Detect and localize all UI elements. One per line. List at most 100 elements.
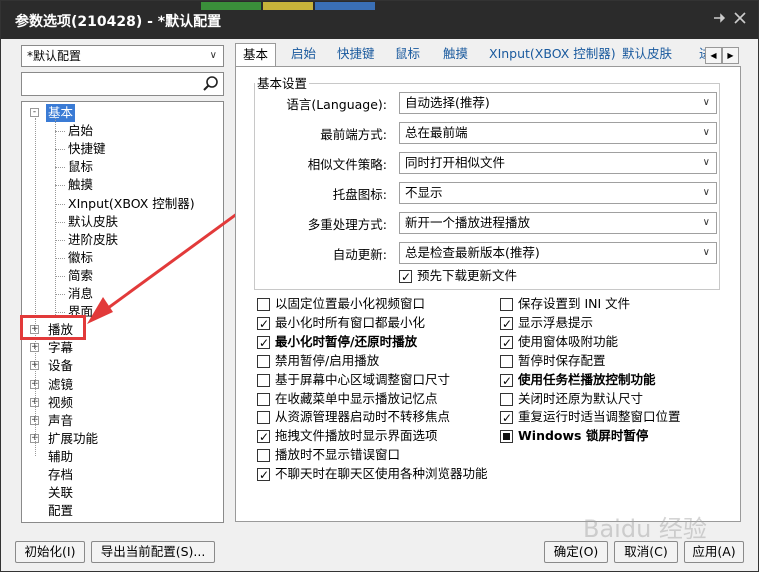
- option-checkbox[interactable]: 最小化时所有窗口都最小化: [257, 314, 426, 333]
- option-checkbox[interactable]: 显示浮悬提示: [500, 314, 594, 333]
- field-label: 自动更新:: [332, 247, 387, 262]
- option-checkbox[interactable]: 以固定位置最小化视频窗口: [257, 295, 425, 313]
- checkbox-box[interactable]: [399, 268, 412, 286]
- option-checkbox[interactable]: 使用任务栏播放控制功能: [500, 371, 656, 390]
- option-label: 使用窗体吸附功能: [518, 333, 619, 349]
- option-label: 拖拽文件播放时显示界面选项: [275, 428, 438, 444]
- group-title: 基本设置: [255, 73, 310, 92]
- option-label: 不聊天时在聊天区使用各种浏览器功能: [275, 466, 488, 482]
- option-label: Windows 锁屏时暂停: [518, 428, 649, 444]
- option-checkbox[interactable]: 播放时不显示错误窗口: [257, 446, 400, 464]
- predownload-checkbox[interactable]: 预先下载更新文件: [399, 267, 518, 286]
- field-select-value: 总是检查最新版本(推荐): [405, 245, 540, 260]
- option-checkbox[interactable]: 重复运行时适当调整窗口位置: [500, 408, 681, 427]
- option-checkbox[interactable]: 不聊天时在聊天区使用各种浏览器功能: [257, 465, 488, 484]
- field-select-value: 新开一个播放进程播放: [405, 215, 531, 230]
- field-label: 相似文件策略:: [307, 157, 387, 172]
- ok-button[interactable]: 确定(O): [544, 541, 608, 563]
- field-select[interactable]: 总是检查最新版本(推荐) ∨: [399, 242, 717, 264]
- tab-3[interactable]: 鼠标: [393, 43, 422, 67]
- option-checkbox[interactable]: 从资源管理器启动时不转移焦点: [257, 408, 450, 426]
- tab-0[interactable]: 基本: [235, 43, 277, 68]
- checkbox-box[interactable]: [257, 428, 270, 446]
- checkbox-box[interactable]: [257, 373, 270, 387]
- chevron-down-icon: ∨: [702, 217, 710, 228]
- option-checkbox[interactable]: 关闭时还原为默认尺寸: [500, 390, 643, 408]
- checkbox-box[interactable]: [257, 298, 270, 311]
- divider: [254, 289, 720, 290]
- field-select[interactable]: 总在最前端 ∨: [399, 122, 717, 144]
- option-label: 在收藏菜单中显示播放记忆点: [275, 390, 438, 406]
- option-checkbox[interactable]: 在收藏菜单中显示播放记忆点: [257, 390, 438, 408]
- chevron-down-icon: ∨: [702, 157, 710, 168]
- checkbox-box[interactable]: [257, 411, 270, 425]
- checkbox-box[interactable]: [257, 315, 270, 333]
- export-config-button[interactable]: 导出当前配置(S)...: [91, 541, 215, 563]
- watermark: Baidu 经验: [583, 515, 707, 543]
- checkbox-box[interactable]: [500, 392, 513, 406]
- checkbox-box[interactable]: [500, 298, 513, 311]
- option-checkbox[interactable]: 保存设置到 INI 文件: [500, 295, 630, 313]
- option-label: 禁用暂停/启用播放: [275, 352, 380, 368]
- option-checkbox[interactable]: 禁用暂停/启用播放: [257, 352, 379, 370]
- field-select[interactable]: 自动选择(推荐) ∨: [399, 92, 717, 114]
- chevron-down-icon: ∨: [702, 187, 710, 198]
- option-checkbox[interactable]: 暂停时保存配置: [500, 352, 606, 370]
- checkbox-box[interactable]: [257, 334, 270, 352]
- checkbox-box[interactable]: [500, 334, 513, 352]
- tab-scroll-right-icon[interactable]: ▶: [722, 47, 739, 64]
- init-button[interactable]: 初始化(I): [15, 541, 85, 563]
- checkbox-box[interactable]: [500, 354, 513, 368]
- chevron-down-icon: ∨: [702, 127, 710, 138]
- field-label: 语言(Language):: [286, 97, 387, 112]
- field-label: 最前端方式:: [320, 127, 387, 142]
- checkbox-box[interactable]: [500, 409, 513, 427]
- field-label: 多重处理方式:: [307, 217, 387, 232]
- field-select-value: 同时打开相似文件: [405, 155, 506, 170]
- option-label: 最小化时暂停/还原时播放: [275, 333, 418, 349]
- option-label: 以固定位置最小化视频窗口: [275, 296, 426, 311]
- cancel-button[interactable]: 取消(C): [614, 541, 678, 563]
- option-label: 显示浮悬提示: [518, 314, 594, 330]
- tab-scroll-left-icon[interactable]: ◀: [705, 47, 722, 64]
- checkbox-box[interactable]: [257, 466, 270, 484]
- option-label: 最小化时所有窗口都最小化: [275, 314, 426, 330]
- field-select-value: 自动选择(推荐): [405, 95, 490, 110]
- option-checkbox[interactable]: 最小化时暂停/还原时播放: [257, 333, 418, 352]
- predownload-label: 预先下载更新文件: [417, 268, 518, 283]
- option-label: 关闭时还原为默认尺寸: [518, 390, 644, 406]
- option-label: 保存设置到 INI 文件: [518, 296, 631, 311]
- tab-2[interactable]: 快捷键: [335, 43, 377, 67]
- option-checkbox[interactable]: 基于屏幕中心区域调整窗口尺寸: [257, 371, 450, 389]
- option-checkbox[interactable]: 使用窗体吸附功能: [500, 333, 619, 352]
- field-label: 托盘图标:: [332, 187, 387, 202]
- field-select-value: 总在最前端: [405, 125, 468, 140]
- option-label: 使用任务栏播放控制功能: [518, 371, 656, 387]
- apply-button[interactable]: 应用(A): [684, 541, 744, 563]
- tab-bar: 基本 启始 快捷键 鼠标 触摸 XInput(XBOX 控制器) 默认皮肤进: [235, 43, 741, 68]
- option-label: 重复运行时适当调整窗口位置: [518, 409, 681, 425]
- field-select[interactable]: 不显示 ∨: [399, 182, 717, 204]
- field-select-value: 不显示: [405, 185, 443, 200]
- chevron-down-icon: ∨: [702, 97, 710, 108]
- option-checkbox[interactable]: 拖拽文件播放时显示界面选项: [257, 427, 438, 446]
- option-label: 从资源管理器启动时不转移焦点: [275, 409, 451, 425]
- tab-1[interactable]: 启始: [289, 43, 318, 67]
- checkbox-box[interactable]: [257, 392, 270, 406]
- checkbox-box[interactable]: [257, 354, 270, 368]
- field-select[interactable]: 同时打开相似文件 ∨: [399, 152, 717, 174]
- option-checkbox[interactable]: Windows 锁屏时暂停: [500, 427, 648, 445]
- chevron-down-icon: ∨: [702, 247, 710, 258]
- tab-5[interactable]: XInput(XBOX 控制器): [487, 43, 618, 67]
- field-select[interactable]: 新开一个播放进程播放 ∨: [399, 212, 717, 234]
- checkbox-box[interactable]: [500, 372, 513, 390]
- options-window: 参数选项(210428) - *默认配置 *默认配置 ∨ - 基本 启始 快捷键 鼠标触…: [0, 0, 759, 572]
- checkbox-box[interactable]: [500, 430, 513, 444]
- option-label: 暂停时保存配置: [518, 352, 606, 368]
- option-label: 播放时不显示错误窗口: [275, 447, 401, 463]
- tab-6[interactable]: 默认皮肤: [620, 43, 674, 67]
- tab-4[interactable]: 触摸: [441, 43, 470, 67]
- option-label: 基于屏幕中心区域调整窗口尺寸: [275, 371, 451, 387]
- checkbox-box[interactable]: [257, 449, 270, 463]
- checkbox-box[interactable]: [500, 315, 513, 333]
